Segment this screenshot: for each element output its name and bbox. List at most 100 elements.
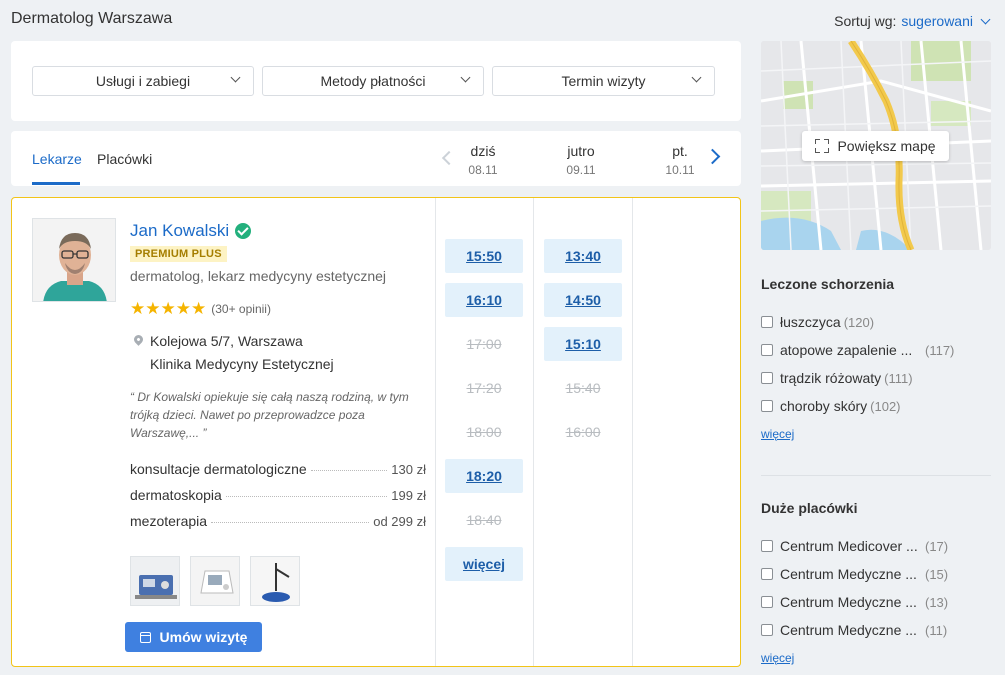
- chevron-down-icon: [691, 72, 702, 83]
- enlarge-map-label: Powiększ mapę: [837, 138, 936, 154]
- condition-filter[interactable]: atopowe zapalenie ... (117): [761, 342, 954, 358]
- calendar-icon: [139, 631, 151, 643]
- place-label: Centrum Medyczne ...: [780, 566, 917, 582]
- filter-services[interactable]: Usługi i zabiegi: [32, 66, 254, 96]
- place-count: (13): [925, 594, 949, 610]
- place-filter[interactable]: Centrum Medyczne ... (13): [761, 594, 948, 610]
- filter-services-label: Usługi i zabiegi: [95, 73, 191, 89]
- day-header-tomorrow: jutro 09.11: [566, 143, 596, 177]
- place-label: Centrum Medyczne ...: [780, 594, 917, 610]
- clinic-name: Klinika Medycyny Estetycznej: [150, 356, 334, 372]
- condition-label: choroby skóry: [780, 398, 868, 414]
- place-filter[interactable]: Centrum Medyczne ... (11): [761, 622, 947, 638]
- reviews-count[interactable]: (30+ opinii): [211, 302, 271, 316]
- filter-payment[interactable]: Metody płatności: [262, 66, 484, 96]
- checkbox[interactable]: [761, 596, 773, 608]
- checkbox[interactable]: [761, 372, 773, 384]
- service-price: 130 zł: [391, 462, 426, 477]
- book-button-label: Umów wizytę: [159, 629, 248, 645]
- service-price: od 299 zł: [373, 514, 426, 529]
- time-slot[interactable]: 16:10: [445, 283, 523, 317]
- book-appointment-button[interactable]: Umów wizytę: [125, 622, 262, 652]
- day-header-today: dziś 08.11: [468, 143, 498, 177]
- time-slot[interactable]: 13:40: [544, 239, 622, 273]
- service-row: dermatoskopia 199 zł: [130, 487, 426, 503]
- doctor-name[interactable]: Jan Kowalski: [130, 221, 229, 241]
- sort-dropdown[interactable]: Sortuj wg: sugerowani: [834, 13, 991, 29]
- results-tabs-bar: Lekarze Placówki dziś 08.11 jutro 09.11 pt…: [11, 131, 741, 186]
- clinic-photo-thumbnail[interactable]: [190, 556, 240, 606]
- places-heading: Duże placówki: [761, 500, 858, 516]
- time-slot-unavailable: 17:20: [466, 380, 502, 396]
- time-slot[interactable]: 15:10: [544, 327, 622, 361]
- star-icon: ★: [175, 299, 191, 318]
- condition-label: atopowe zapalenie ...: [780, 342, 913, 358]
- sidebar-divider: [761, 475, 991, 476]
- time-slot-unavailable: 17:00: [466, 336, 502, 352]
- condition-count: (117): [925, 342, 955, 358]
- place-count: (11): [925, 622, 948, 638]
- filters-panel: Usługi i zabiegi Metody płatności Termin…: [11, 41, 741, 121]
- condition-filter[interactable]: choroby skóry (102): [761, 398, 901, 414]
- checkbox[interactable]: [761, 400, 773, 412]
- verified-check-icon: [235, 223, 252, 239]
- service-row: mezoterapia od 299 zł: [130, 513, 426, 529]
- clinic-photo-thumbnail[interactable]: [250, 556, 300, 606]
- star-icon: ★: [145, 299, 161, 318]
- chevron-down-icon: [230, 72, 241, 83]
- doctor-photo[interactable]: [32, 218, 116, 302]
- condition-filter[interactable]: łuszczyca (120): [761, 314, 874, 330]
- day-header-friday: pt. 10.11: [665, 143, 695, 177]
- filter-date-label: Termin wizyty: [561, 73, 646, 89]
- tab-doctors[interactable]: Lekarze: [32, 151, 82, 167]
- location-pin-icon: [132, 333, 145, 346]
- time-slot[interactable]: 15:50: [445, 239, 523, 273]
- checkbox[interactable]: [761, 344, 773, 356]
- time-slot[interactable]: 18:20: [445, 459, 523, 493]
- condition-label: łuszczyca: [780, 314, 841, 330]
- checkbox[interactable]: [761, 316, 773, 328]
- place-filter[interactable]: Centrum Medyczne ... (15): [761, 566, 948, 582]
- column-divider: [435, 198, 436, 666]
- premium-badge: PREMIUM PLUS: [130, 246, 227, 262]
- column-divider: [632, 198, 633, 666]
- checkbox[interactable]: [761, 540, 773, 552]
- star-icon: ★: [130, 299, 146, 318]
- map-preview[interactable]: Powiększ mapę: [761, 41, 991, 250]
- service-price: 199 zł: [391, 488, 426, 503]
- clinic-photo-thumbnail[interactable]: [130, 556, 180, 606]
- condition-label: trądzik różowaty: [780, 370, 882, 386]
- review-quote: “ Dr Kowalski opiekuje się całą naszą ro…: [130, 390, 409, 440]
- rating[interactable]: ★ ★ ★ ★ ★ (30+ opinii): [130, 300, 271, 317]
- active-tab-indicator: [32, 182, 80, 185]
- clinic-address: Kolejowa 5/7, Warszawa: [150, 333, 303, 349]
- service-row: konsultacje dermatologiczne 130 zł: [130, 461, 426, 477]
- service-name: dermatoskopia: [130, 487, 222, 503]
- enlarge-map-button[interactable]: Powiększ mapę: [802, 131, 949, 161]
- star-icon: ★: [191, 299, 207, 318]
- doctor-name-link[interactable]: Jan Kowalski: [130, 221, 252, 241]
- condition-count: (111): [884, 370, 913, 386]
- chevron-down-icon: [460, 72, 471, 83]
- checkbox[interactable]: [761, 568, 773, 580]
- conditions-heading: Leczone schorzenia: [761, 276, 895, 292]
- service-name: mezoterapia: [130, 513, 208, 529]
- time-slot-unavailable: 18:40: [466, 512, 502, 528]
- time-slot[interactable]: 14:50: [544, 283, 622, 317]
- place-filter[interactable]: Centrum Medicover ... (17): [761, 538, 948, 554]
- expand-icon: [815, 139, 830, 153]
- chevron-down-icon: [980, 14, 991, 24]
- checkbox[interactable]: [761, 624, 773, 636]
- filter-date[interactable]: Termin wizyty: [492, 66, 715, 96]
- places-more-link[interactable]: więcej: [761, 651, 794, 665]
- sort-value[interactable]: sugerowani: [901, 13, 973, 29]
- condition-filter[interactable]: trądzik różowaty (111): [761, 370, 913, 386]
- sort-label: Sortuj wg:: [834, 13, 897, 29]
- conditions-more-link[interactable]: więcej: [761, 427, 794, 441]
- place-label: Centrum Medicover ...: [780, 538, 918, 554]
- time-slot-unavailable: 15:40: [565, 380, 601, 396]
- place-count: (17): [925, 538, 949, 554]
- time-slot-unavailable: 16:00: [565, 424, 601, 440]
- tab-places[interactable]: Placówki: [97, 151, 152, 167]
- more-slots-button[interactable]: więcej: [445, 547, 523, 581]
